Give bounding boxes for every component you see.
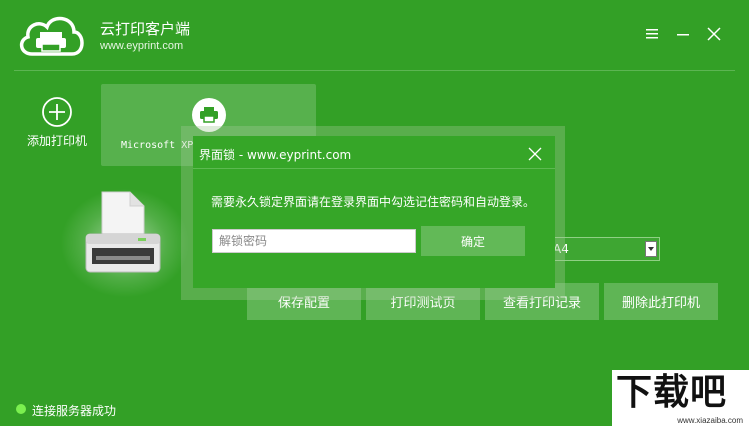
close-window-button[interactable] — [704, 24, 724, 44]
confirm-button[interactable]: 确定 — [421, 226, 525, 256]
watermark-url: www.xiazaiba.com — [677, 416, 743, 425]
status-text: 连接服务器成功 — [32, 404, 117, 418]
printer-illustration-icon — [85, 191, 161, 273]
minimize-icon — [677, 34, 689, 36]
dropdown-arrow-icon — [645, 241, 657, 257]
watermark: 下载吧 www.xiazaiba.com — [612, 370, 749, 426]
lock-dialog: 界面锁 - www.eyprint.com 需要永久锁定界面请在登录界面中勾选记… — [181, 126, 565, 300]
app-title: 云打印客户端 — [100, 20, 191, 38]
dialog-title: 界面锁 - www.eyprint.com — [199, 148, 352, 162]
plus-circle-icon — [42, 97, 72, 127]
app-url: www.eyprint.com — [100, 40, 184, 52]
add-printer-button[interactable]: 添加打印机 — [22, 96, 92, 166]
header-divider — [14, 70, 735, 71]
cloud-printer-logo-icon — [19, 16, 84, 56]
close-icon — [528, 147, 542, 161]
status-indicator-icon — [16, 404, 26, 414]
delete-printer-button[interactable]: 删除此打印机 — [604, 283, 718, 320]
minimize-button[interactable] — [673, 24, 693, 44]
menu-icon — [646, 29, 658, 39]
dialog-close-button[interactable] — [527, 146, 543, 162]
watermark-logo: 下载吧 — [616, 372, 728, 413]
dialog-divider — [193, 168, 555, 169]
unlock-password-input[interactable] — [212, 229, 416, 253]
lock-dialog-body: 界面锁 - www.eyprint.com 需要永久锁定界面请在登录界面中勾选记… — [193, 136, 555, 288]
dialog-message: 需要永久锁定界面请在登录界面中勾选记住密码和自动登录。 — [211, 195, 536, 209]
add-printer-label: 添加打印机 — [26, 134, 87, 148]
close-icon — [707, 27, 721, 41]
menu-button[interactable] — [642, 24, 662, 44]
